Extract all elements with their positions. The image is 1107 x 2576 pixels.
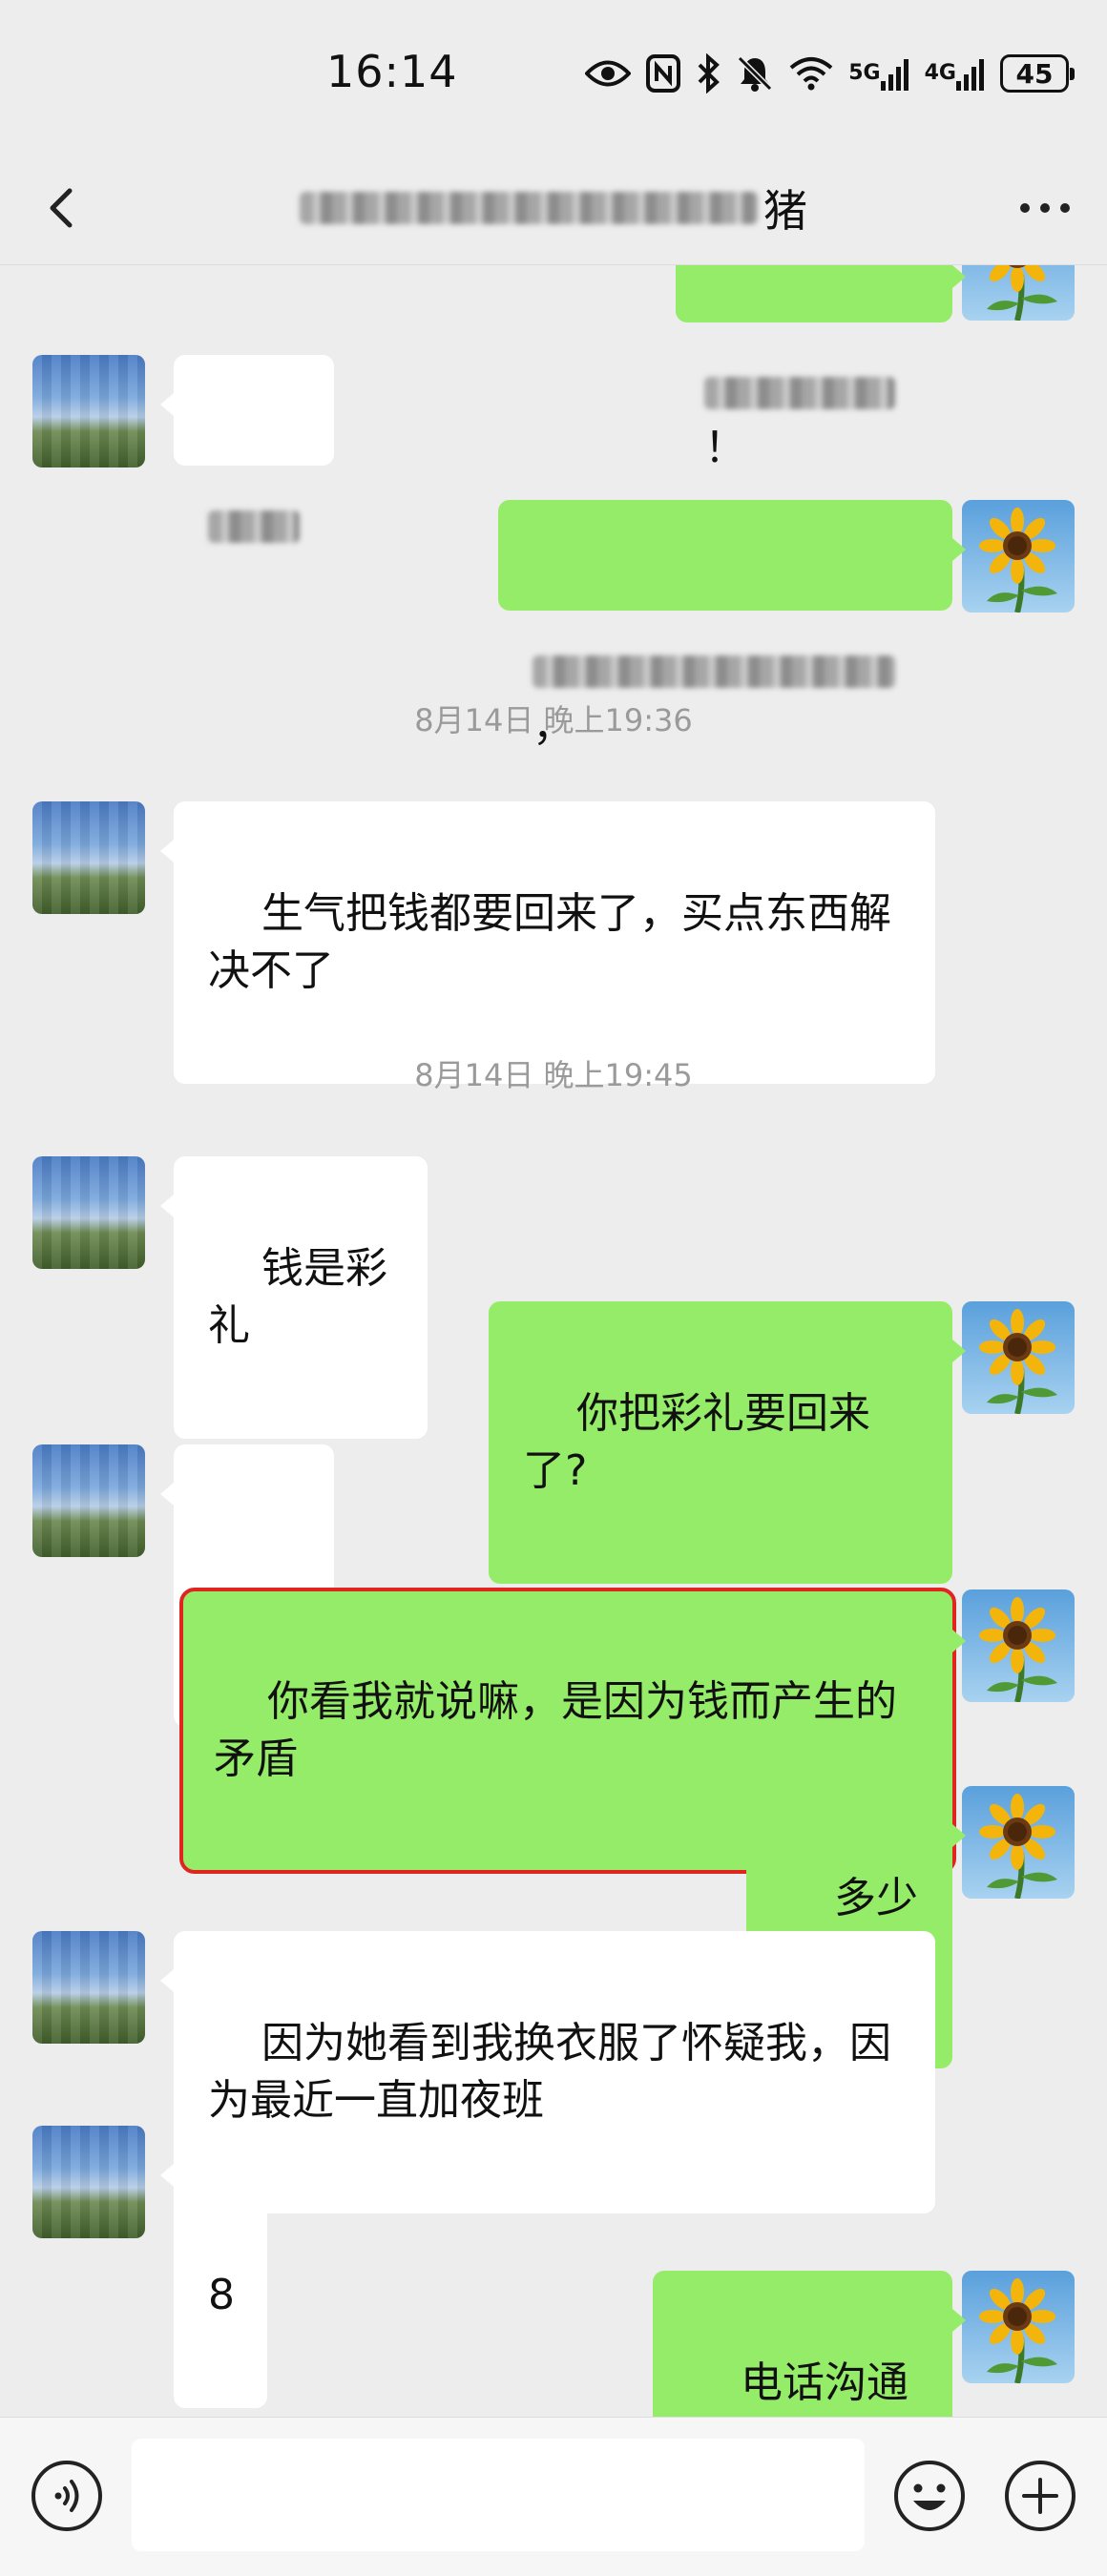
message-bubble-other[interactable] (160, 355, 334, 543)
sunflower-avatar-icon (962, 2271, 1075, 2383)
message-timestamp: 8月14日 晚上19:45 (414, 1057, 693, 1093)
message-text: 电话沟通吧 (687, 2358, 909, 2417)
plus-icon (1005, 2461, 1076, 2531)
sunflower-avatar-icon (962, 265, 1075, 321)
message-text: 8 (208, 2271, 235, 2319)
message-bubble-other[interactable]: 生气把钱都要回来了，买点东西解 决不了 (160, 801, 935, 1084)
message-text: 因为她看到我换衣服了怀疑我，因 为最近一直加夜班 (208, 2019, 891, 2125)
signal-5g-icon: 5G (848, 52, 909, 94)
contact-avatar[interactable] (32, 1931, 145, 2044)
voice-button[interactable] (29, 2458, 105, 2534)
sunflower-avatar-icon (962, 500, 1075, 613)
chevron-left-icon (50, 188, 73, 228)
mute-icon (736, 52, 774, 94)
emoji-button[interactable] (891, 2458, 968, 2534)
contact-avatar[interactable] (32, 355, 145, 467)
battery-level: 45 (1015, 57, 1054, 90)
network-4g-label: 4G (924, 61, 956, 85)
message-bubble-self[interactable]: 你把彩礼要回来了? (489, 1301, 966, 1584)
contact-avatar[interactable] (32, 1444, 145, 1557)
more-button[interactable] (1012, 179, 1078, 237)
eye-icon (585, 52, 632, 94)
self-avatar[interactable] (962, 1786, 1075, 1899)
message-bubble-self[interactable]: ！ (676, 265, 966, 472)
more-functions-button[interactable] (1002, 2458, 1078, 2534)
message-timestamp: 8月14日 晚上19:36 (414, 702, 693, 738)
voice-icon (31, 2461, 102, 2531)
message-text: 生气把钱都要回来了，买点东西解 决不了 (208, 889, 891, 995)
status-time: 16:14 (326, 46, 458, 97)
nfc-icon (646, 52, 681, 94)
back-button[interactable] (32, 179, 90, 237)
network-5g-label: 5G (848, 61, 881, 85)
message-text: 你把彩礼要回来了? (523, 1389, 870, 1495)
self-avatar[interactable] (962, 1589, 1075, 1702)
battery-icon: 45 (1000, 54, 1075, 93)
message-text: ！ (704, 424, 746, 472)
emoji-icon (894, 2461, 965, 2531)
signal-4g-icon: 4G (925, 52, 985, 94)
self-avatar[interactable] (962, 2271, 1075, 2383)
message-text: 钱是彩礼 (208, 1244, 387, 1350)
message-list[interactable]: ！ ， 8月14日 晚上19:36 生气把钱都要回来了，买点东西解 决不了 8月… (0, 265, 1107, 2417)
self-avatar[interactable] (962, 265, 1075, 321)
message-bubble-self[interactable]: 电话沟通吧 (653, 2271, 966, 2417)
message-bubble-self[interactable]: ， (498, 500, 966, 751)
message-bubble-other[interactable]: 钱是彩礼 (160, 1156, 428, 1439)
bluetooth-icon (696, 52, 721, 94)
input-bar (0, 2417, 1107, 2576)
sunflower-avatar-icon (962, 1786, 1075, 1899)
more-dots-icon (1020, 203, 1070, 213)
chat-title: 猪 (286, 177, 821, 239)
message-text: 你看我就说嘛，是因为钱而产生的 矛盾 (214, 1677, 897, 1783)
message-bubble-other[interactable]: 因为她看到我换衣服了怀疑我，因 为最近一直加夜班 (160, 1931, 935, 2213)
chat-title-visible: 猪 (763, 185, 807, 237)
blurred-message-text (208, 510, 300, 543)
self-avatar[interactable] (962, 500, 1075, 613)
sunflower-avatar-icon (962, 1589, 1075, 1702)
blurred-message-text (533, 655, 895, 688)
chat-header: 猪 (0, 153, 1107, 265)
message-input[interactable] (132, 2439, 865, 2551)
blurred-title-text (300, 192, 758, 224)
status-icons: 5G 4G 45 (585, 50, 1075, 97)
wifi-icon (789, 52, 833, 94)
contact-avatar[interactable] (32, 1156, 145, 1269)
message-bubble-other[interactable]: 8 (160, 2126, 267, 2408)
status-bar: 16:14 5G 4G 45 (0, 0, 1107, 153)
sunflower-avatar-icon (962, 1301, 1075, 1414)
blurred-message-text (704, 377, 895, 409)
self-avatar[interactable] (962, 1301, 1075, 1414)
contact-avatar[interactable] (32, 801, 145, 914)
contact-avatar[interactable] (32, 2126, 145, 2238)
